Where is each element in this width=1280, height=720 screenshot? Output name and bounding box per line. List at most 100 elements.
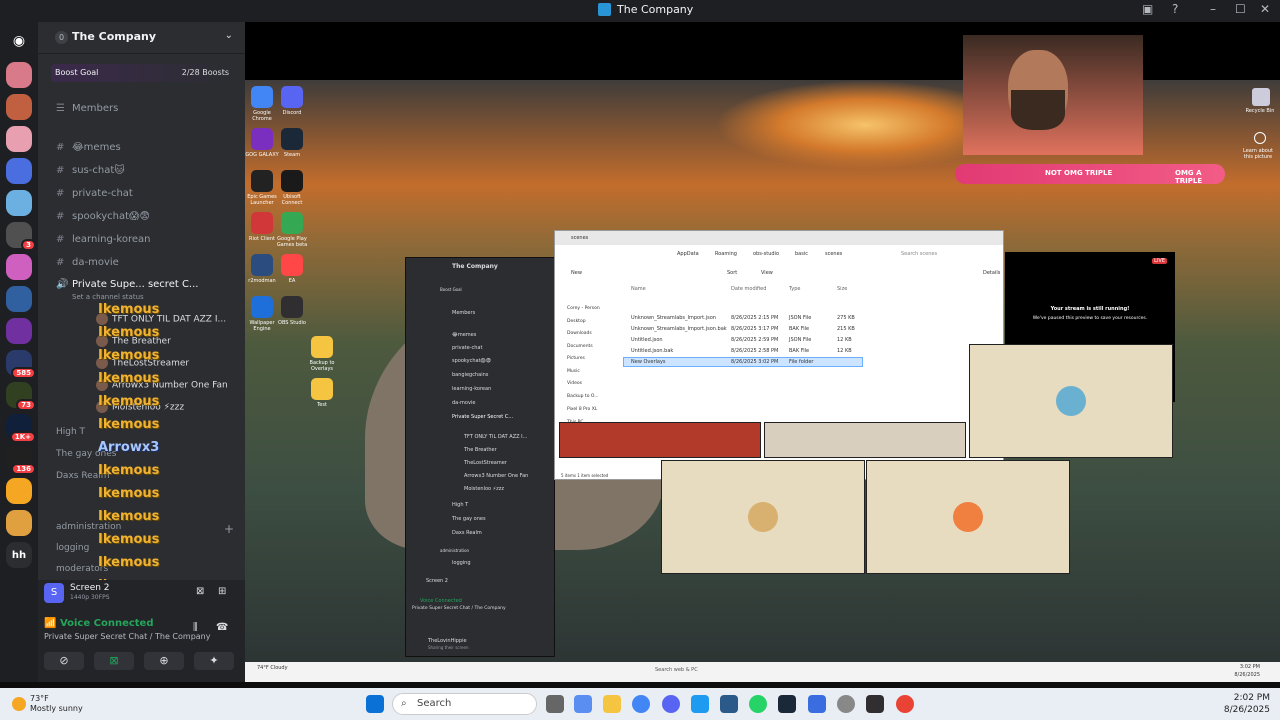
app-icon[interactable] [808, 695, 826, 713]
desktop-app-icon[interactable] [251, 128, 273, 150]
calculator-icon[interactable] [720, 695, 738, 713]
desktop-app-icon[interactable] [251, 296, 273, 318]
participant-tile[interactable] [559, 422, 761, 458]
nav-item[interactable]: Videos [567, 381, 582, 386]
soundboard-button[interactable]: ✦ [194, 652, 234, 670]
inbox-icon[interactable]: ▣ [1142, 2, 1153, 16]
camera-button[interactable]: ⊘ [44, 652, 84, 670]
desktop-app-icon[interactable] [251, 254, 273, 276]
mini-channel[interactable]: spookychat😱😨 [452, 358, 491, 364]
nav-item[interactable]: Corey - Person [567, 306, 600, 311]
server-icon[interactable]: 3 [6, 222, 36, 251]
obs-icon[interactable] [866, 695, 884, 713]
path-segment[interactable]: basic [795, 251, 808, 257]
start-icon[interactable] [366, 695, 384, 713]
server-icon[interactable]: 585 [6, 350, 36, 379]
participant-tile[interactable] [969, 344, 1173, 458]
server-icon[interactable] [6, 286, 32, 312]
path-segment[interactable]: scenes [825, 251, 842, 257]
nav-item[interactable]: Desktop [567, 319, 586, 324]
participant-tile[interactable] [764, 422, 966, 458]
new-button[interactable]: New [571, 270, 582, 276]
server-icon[interactable] [6, 126, 32, 152]
activity-button[interactable]: ⊕ [144, 652, 184, 670]
shared-search[interactable]: Search web & PC [655, 667, 698, 673]
desktop-app-icon[interactable] [251, 86, 273, 108]
explorer-tab[interactable]: scenes [571, 235, 588, 241]
voice-channel[interactable]: 🔊 Private Supe... secret C... [56, 279, 198, 290]
mini-voice-user[interactable]: Moistenloo ⚡zzz [464, 486, 504, 492]
server-icon[interactable] [6, 158, 32, 184]
server-icon[interactable] [6, 254, 32, 280]
server-icon[interactable] [6, 510, 32, 536]
explorer-search[interactable]: Search scenes [901, 251, 937, 257]
help-icon[interactable]: ? [1172, 2, 1178, 16]
members-link[interactable]: ☰ Members [56, 103, 118, 114]
mini-channel[interactable]: Daxs Realm [452, 530, 482, 536]
mini-voice-user[interactable]: TheLostStreamer [464, 460, 507, 466]
desktop-app-icon[interactable] [281, 254, 303, 276]
view-button[interactable]: View [761, 270, 773, 276]
column-size[interactable]: Size [837, 286, 847, 292]
channel-item[interactable]: # 😂memes [56, 142, 121, 153]
add-channel-icon[interactable]: + [224, 522, 234, 536]
channel-item[interactable]: # private-chat [56, 188, 133, 199]
nav-item[interactable]: Pixel 8 Pro XL [567, 407, 597, 412]
server-icon[interactable]: 73 [6, 382, 36, 411]
participant-tile[interactable] [661, 460, 865, 574]
column-date[interactable]: Date modified [731, 286, 766, 292]
popout-icon[interactable]: ⊞ [218, 586, 226, 597]
channel-item[interactable]: # spookychat😱😨 [56, 211, 150, 222]
chrome-icon[interactable] [632, 695, 650, 713]
column-name[interactable]: Name [631, 286, 646, 292]
server-icon[interactable] [6, 318, 32, 344]
server-icon[interactable]: 136 [6, 446, 36, 475]
mini-channel[interactable]: The gay ones [452, 516, 486, 522]
desktop-app-icon[interactable] [281, 296, 303, 318]
boost-goal[interactable]: Boost Goal 2/28 Boosts [51, 64, 235, 82]
mini-voice-user[interactable]: TFT ONLY TIL DAT AZZ I... [464, 434, 527, 440]
discord-home-icon[interactable]: ◉ [6, 28, 32, 54]
task-view-icon[interactable] [546, 695, 564, 713]
channel-item[interactable]: logging [56, 543, 89, 553]
desktop-app-icon[interactable] [281, 128, 303, 150]
mini-channel[interactable]: learning-korean [452, 386, 491, 392]
mini-voice-channel[interactable]: Private Super Secret C... [452, 414, 513, 420]
recycle-bin-icon[interactable] [1252, 88, 1270, 106]
store-icon[interactable] [691, 695, 709, 713]
minimize-button[interactable]: – [1210, 2, 1216, 16]
mini-channel[interactable]: da-movie [452, 400, 475, 406]
server-icon[interactable]: hh [6, 542, 32, 568]
server-icon[interactable] [6, 478, 32, 504]
stop-stream-icon[interactable]: ⊠ [196, 586, 204, 597]
chrome-icon[interactable] [896, 695, 914, 713]
server-icon[interactable] [6, 62, 32, 88]
channel-item[interactable]: # sus-chat🐱 [56, 165, 125, 176]
camera-icon[interactable] [1254, 132, 1266, 144]
disconnect-icon[interactable]: ☎ [216, 622, 228, 633]
file-explorer-icon[interactable] [603, 695, 621, 713]
desktop-app-icon[interactable] [281, 86, 303, 108]
clock[interactable]: 2:02 PM 8/26/2025 [1224, 692, 1270, 716]
share-screen-button[interactable]: ⊠ [94, 652, 134, 670]
server-header[interactable]: 0 The Company ⌄ [38, 22, 245, 54]
mini-channel[interactable]: High T [452, 502, 468, 508]
path-segment[interactable]: Roaming [715, 251, 737, 257]
steam-icon[interactable] [778, 695, 796, 713]
details-button[interactable]: Details [983, 270, 1000, 276]
mini-channel[interactable]: private-chat [452, 345, 482, 351]
mini-channel[interactable]: bangiegchains [452, 372, 488, 378]
copilot-icon[interactable] [574, 695, 592, 713]
desktop-app-icon[interactable] [281, 212, 303, 234]
desktop-app-icon[interactable] [251, 212, 273, 234]
nav-item[interactable]: Backup to O... [567, 394, 599, 399]
whatsapp-icon[interactable] [749, 695, 767, 713]
set-status[interactable]: Set a channel status [72, 293, 144, 301]
server-icon[interactable]: 1K+ [6, 414, 36, 443]
search-box[interactable]: ⌕ Search [392, 693, 537, 715]
maximize-button[interactable]: ☐ [1235, 2, 1246, 16]
voice-location[interactable]: Private Super Secret Chat / The Company [44, 632, 210, 641]
desktop-app-icon[interactable] [281, 170, 303, 192]
sort-button[interactable]: Sort [727, 270, 737, 276]
mini-voice-user[interactable]: Arrowx3 Number One Fan [464, 473, 528, 479]
